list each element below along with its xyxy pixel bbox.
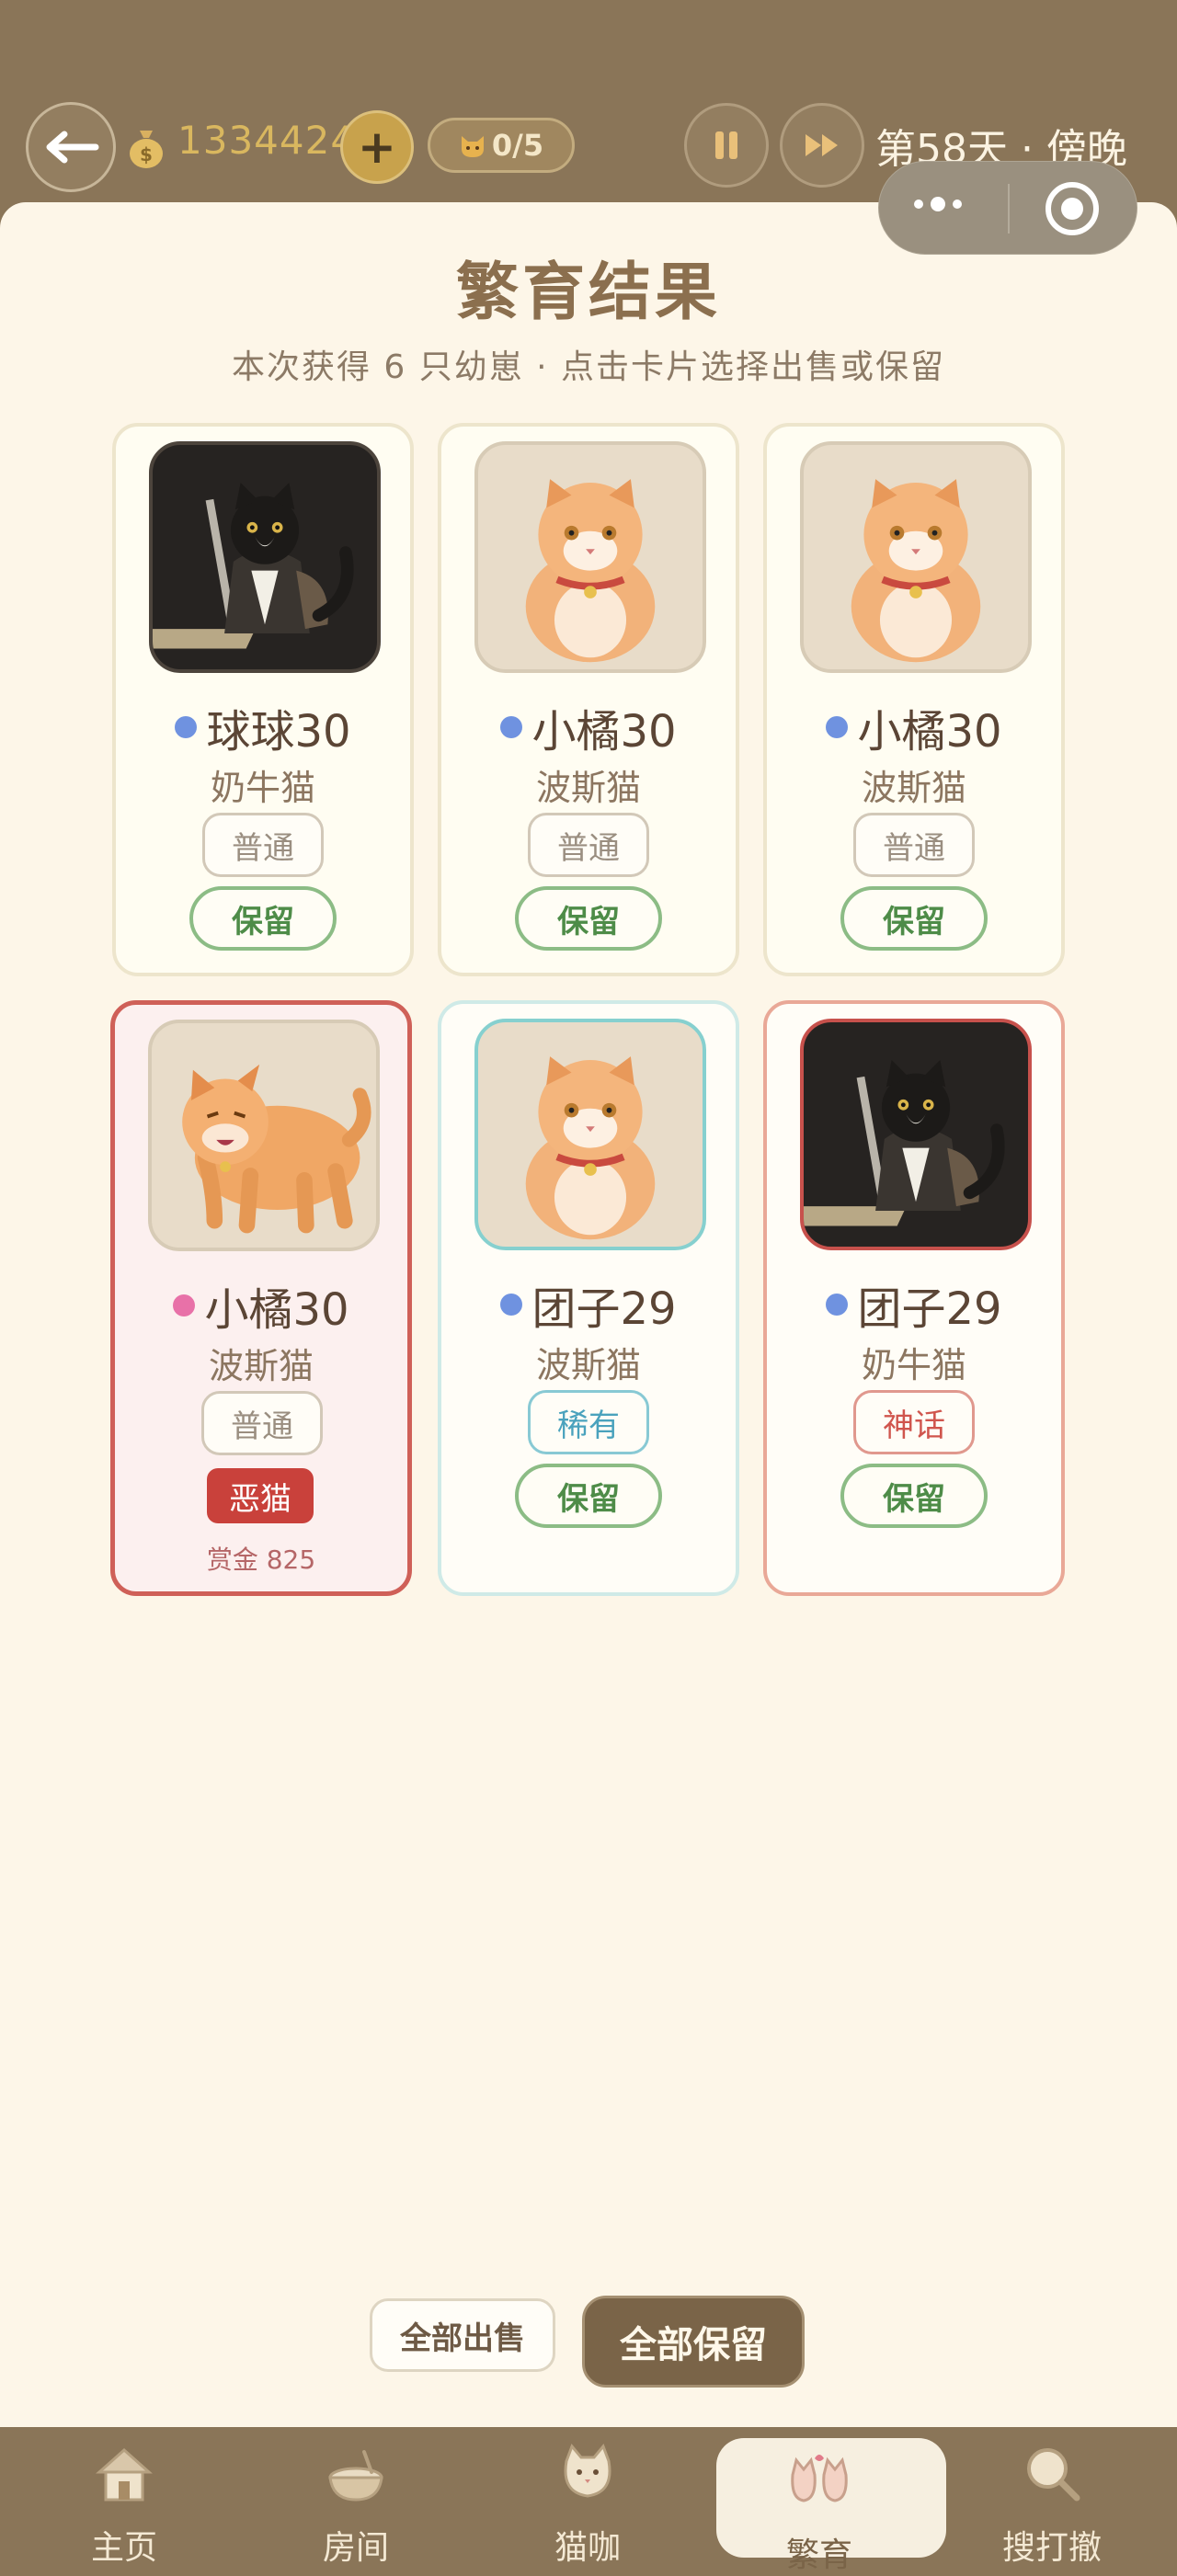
arrow-left-icon [46, 131, 99, 164]
kitten-card[interactable]: 小橘30 波斯猫 普通 保留 [763, 423, 1065, 976]
breeding-result-panel: 繁育结果 本次获得 6 只幼崽 · 点击卡片选择出售或保留 球球30 奶牛猫 普… [0, 202, 1177, 2427]
kitten-portrait [474, 1019, 706, 1250]
nav-label: 搜打撤 [1001, 2529, 1102, 2567]
plus-icon: + [358, 120, 396, 174]
rarity-badge: 普通 [201, 1391, 323, 1455]
kitten-portrait [800, 1019, 1032, 1250]
magnifier-icon [1027, 2448, 1080, 2502]
kitten-portrait [800, 441, 1032, 673]
cat-couple-icon [791, 2455, 848, 2502]
pause-button[interactable] [684, 103, 769, 188]
kitten-name-row: 小橘30 [441, 695, 736, 759]
kitten-breed: 波斯猫 [535, 768, 641, 808]
nav-item-breeding[interactable]: 繁育 [716, 2427, 946, 2574]
male-gender-dot [500, 716, 523, 738]
tuxedo-cat-samurai-icon [804, 1059, 1005, 1226]
kitten-name: 小橘30 [204, 1284, 349, 1336]
money-bag-icon: $ [130, 131, 163, 168]
back-button[interactable] [26, 102, 116, 192]
keep-button[interactable]: 保留 [840, 886, 988, 951]
dot-icon [914, 199, 923, 209]
cat-face-icon [564, 2444, 611, 2498]
kitten-portrait [474, 441, 706, 673]
kitten-name: 小橘30 [531, 706, 677, 758]
kitten-name-row: 团子29 [441, 1272, 736, 1337]
pause-icon [715, 131, 737, 159]
house-icon [96, 2447, 153, 2502]
kitten-name: 团子29 [857, 1283, 1002, 1335]
bowl-icon [328, 2450, 383, 2502]
rarity-badge: 神话 [853, 1390, 975, 1454]
kitten-card-evil[interactable]: 小橘30 波斯猫 普通 恶猫 赏金 825 [110, 1000, 412, 1596]
rarity-badge: 稀有 [528, 1390, 649, 1454]
svg-text:$: $ [140, 143, 153, 165]
more-options-button[interactable] [914, 197, 962, 211]
nav-label: 猫咖 [554, 2529, 621, 2567]
nav-item-room[interactable]: 房间 [255, 2427, 457, 2574]
male-gender-dot [500, 1294, 523, 1316]
kitten-breed: 波斯猫 [861, 768, 966, 808]
nav-item-search-raid[interactable]: 搜打撤 [951, 2427, 1153, 2574]
keep-button[interactable]: 保留 [840, 1464, 988, 1528]
nav-item-cat-cafe[interactable]: 猫咖 [486, 2427, 689, 2574]
kitten-name: 小橘30 [857, 706, 1002, 758]
page-subtitle: 本次获得 6 只幼崽 · 点击卡片选择出售或保留 [231, 348, 946, 386]
cat-head-icon [461, 136, 484, 157]
kitten-card-rare[interactable]: 团子29 波斯猫 稀有 保留 [438, 1000, 739, 1596]
kitten-name-row: 小橘30 [115, 1273, 407, 1338]
cat-count: 0/5 [491, 128, 544, 163]
bottom-nav: 主页 房间 猫咖 繁育 搜打撤 [0, 2427, 1177, 2574]
kitten-name: 球球30 [206, 706, 351, 758]
kitten-breed: 波斯猫 [535, 1345, 641, 1385]
nav-item-home[interactable]: 主页 [23, 2427, 225, 2574]
kitten-card-myth[interactable]: 团子29 奶牛猫 神话 保留 [763, 1000, 1065, 1596]
rarity-badge: 普通 [528, 813, 649, 877]
keep-all-button[interactable]: 全部保留 [582, 2296, 805, 2388]
close-miniprogram-icon[interactable] [1046, 182, 1099, 235]
male-gender-dot [826, 1294, 849, 1316]
fast-forward-icon [806, 134, 838, 156]
sell-all-button[interactable]: 全部出售 [370, 2298, 555, 2372]
bounty-label: 赏金 825 [206, 1544, 316, 1575]
kitten-portrait [148, 1020, 380, 1251]
kitten-card[interactable]: 小橘30 波斯猫 普通 保留 [438, 423, 739, 976]
kitten-breed: 奶牛猫 [210, 768, 315, 808]
kitten-name-row: 团子29 [767, 1272, 1061, 1337]
kitten-portrait [149, 441, 381, 673]
kitten-name: 团子29 [531, 1283, 677, 1335]
kitten-name-row: 球球30 [116, 695, 410, 759]
miniprogram-capsule [878, 161, 1137, 255]
nav-label: 主页 [90, 2529, 157, 2567]
fast-forward-button[interactable] [780, 103, 864, 188]
cat-capacity-pill: 0/5 [428, 118, 575, 173]
kitten-breed: 奶牛猫 [861, 1345, 966, 1385]
kitten-name-row: 小橘30 [767, 695, 1061, 759]
nav-label: 繁育 [785, 2536, 852, 2574]
angry-orange-cat-icon [182, 1064, 371, 1234]
dot-icon [953, 199, 962, 209]
keep-button[interactable]: 保留 [515, 886, 662, 951]
capsule-divider [1008, 184, 1010, 234]
rarity-badge: 普通 [853, 813, 975, 877]
money-amount: 1334424 [177, 118, 357, 163]
persian-cat-icon [525, 1056, 656, 1240]
nav-label: 房间 [322, 2529, 389, 2567]
evil-cat-badge: 恶猫 [207, 1468, 314, 1523]
female-gender-dot [173, 1294, 196, 1316]
keep-button[interactable]: 保留 [189, 886, 337, 951]
kitten-card[interactable]: 球球30 奶牛猫 普通 保留 [112, 423, 414, 976]
dot-icon [931, 197, 945, 211]
tuxedo-cat-samurai-icon [153, 482, 354, 649]
male-gender-dot [175, 716, 198, 738]
male-gender-dot [826, 716, 849, 738]
keep-button[interactable]: 保留 [515, 1464, 662, 1528]
persian-cat-icon [851, 479, 981, 663]
rarity-badge: 普通 [202, 813, 324, 877]
kitten-breed: 波斯猫 [208, 1346, 314, 1386]
add-money-button[interactable]: + [340, 110, 414, 184]
persian-cat-icon [525, 479, 656, 663]
